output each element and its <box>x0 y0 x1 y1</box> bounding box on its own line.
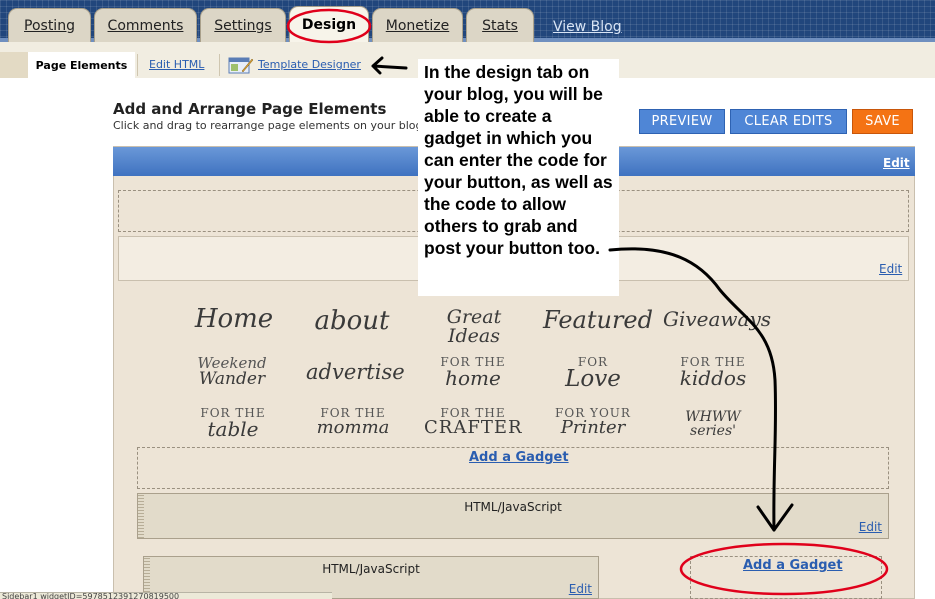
nav-graphic-about: about <box>306 308 398 334</box>
nav-graphic-big-text: momma <box>316 417 390 438</box>
tab-stats[interactable]: Stats <box>466 8 534 42</box>
nav-graphic-great-ideas: Great Ideas <box>424 308 524 346</box>
nav-graphic-big-text: CRAFTER <box>424 417 523 438</box>
tab-settings[interactable]: Settings <box>200 8 286 42</box>
nav-graphic-big-text: table <box>207 417 259 441</box>
tab-design[interactable]: Design <box>289 6 369 42</box>
nav-graphic-for-the-kiddos: FOR THE kiddos <box>663 356 763 388</box>
nav-graphic-big-text: Love <box>565 366 621 392</box>
tab-posting[interactable]: Posting <box>8 8 91 42</box>
nav-graphic-for-love: FOR Love <box>543 356 643 391</box>
subtab-page-elements[interactable]: Page Elements <box>28 52 135 78</box>
template-designer-icon[interactable] <box>228 56 254 74</box>
header-edit-link[interactable]: Edit <box>879 262 902 276</box>
subtab-edit-html[interactable]: Edit HTML <box>149 58 204 71</box>
nav-graphic-big-text: Wander <box>198 369 266 389</box>
gadget-edit-link[interactable]: Edit <box>569 582 592 596</box>
subnav-spacer <box>0 52 28 78</box>
subnav-separator <box>219 54 220 76</box>
clear-edits-button[interactable]: CLEAR EDITS <box>730 109 847 134</box>
nav-graphic-advertise: advertise <box>306 360 405 384</box>
subnav-separator <box>137 54 138 76</box>
subtab-template-designer[interactable]: Template Designer <box>258 58 361 71</box>
sidebar-add-gadget-link[interactable]: Add a Gadget <box>743 558 843 573</box>
nav-graphic-big-text: advertise <box>306 360 405 384</box>
page-title: Add and Arrange Page Elements <box>113 100 387 118</box>
gadget-title: HTML/JavaScript <box>322 562 420 576</box>
tab-monetize[interactable]: Monetize <box>372 8 463 42</box>
view-blog-link[interactable]: View Blog <box>553 19 622 35</box>
nav-graphic-for-the-momma: FOR THE momma <box>304 407 402 437</box>
nav-graphic-big-text: about <box>314 306 390 336</box>
nav-graphic-big-text: Featured <box>543 306 653 334</box>
nav-graphic-for-the-home: FOR THE home <box>424 356 522 388</box>
nav-graphic-big-text: series' <box>690 423 736 439</box>
save-button[interactable]: SAVE <box>852 109 913 134</box>
gadget-edit-link[interactable]: Edit <box>859 520 882 534</box>
nav-graphic-big-text: home <box>445 366 501 390</box>
html-javascript-gadget[interactable]: HTML/JavaScript Edit <box>137 493 889 539</box>
tutorial-callout: In the design tab on your blog, you will… <box>418 59 619 296</box>
nav-graphic-for-the-crafter: FOR THE CRAFTER <box>424 407 522 437</box>
page-subtitle: Click and drag to rearrange page element… <box>113 119 426 132</box>
nav-graphic-whww-series: WHWW series' <box>663 410 763 438</box>
navbar-edit-link[interactable]: Edit <box>883 156 910 170</box>
nav-graphic-big-text: Giveaways <box>663 307 772 331</box>
nav-graphic-big-text: Great Ideas <box>446 306 502 347</box>
nav-graphic-for-the-table: FOR THE table <box>184 407 282 439</box>
add-gadget-link[interactable]: Add a Gadget <box>469 450 569 465</box>
nav-graphic-big-text: Home <box>194 304 274 334</box>
nav-graphic-big-text: Printer <box>560 417 626 438</box>
preview-button[interactable]: PREVIEW <box>639 109 725 134</box>
gadget-title: HTML/JavaScript <box>464 500 562 514</box>
tab-comments[interactable]: Comments <box>94 8 197 42</box>
nav-graphic-weekend-wander: Weekend Wander <box>184 356 280 388</box>
nav-graphic-big-text: kiddos <box>679 366 747 390</box>
nav-graphic-small-text: WHWW <box>685 409 741 425</box>
nav-graphic-giveaways: Giveaways <box>663 307 772 331</box>
nav-graphic-featured: Featured <box>543 306 653 334</box>
nav-graphic-for-your-printer: FOR YOUR Printer <box>543 407 643 437</box>
browser-status-bar: Sidebar1 widgetID=5978512391270819500 <box>0 592 332 599</box>
nav-graphic-home: Home <box>186 306 282 332</box>
